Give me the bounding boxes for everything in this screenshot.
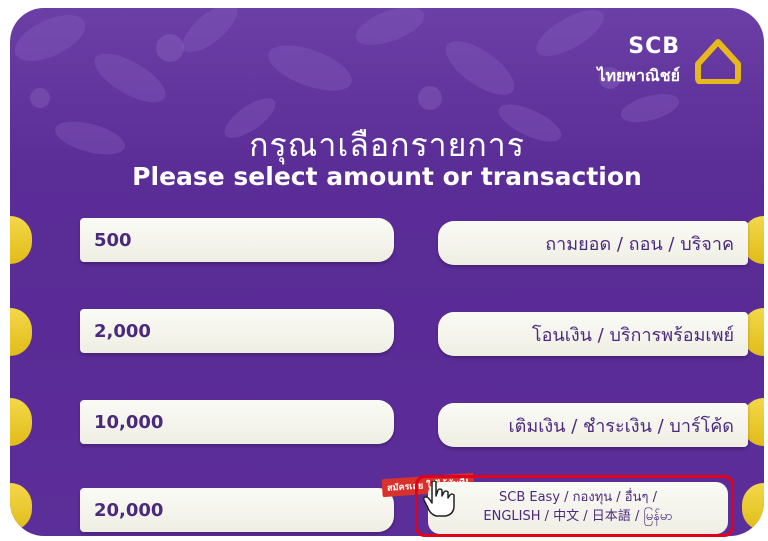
transaction-button-more-language[interactable]: SCB Easy / กองทุน / อื่นๆ / ENGLISH / 中文… (428, 482, 728, 534)
amount-button-2000[interactable]: 2,000 (80, 309, 394, 353)
brand-subname: ไทยพาณิชย์ (597, 66, 680, 85)
transaction-button-balance-withdraw-donate[interactable]: ถามยอด / ถอน / บริจาค (438, 221, 748, 265)
side-key-left-4[interactable] (10, 483, 32, 531)
transaction-label: โอนเงิน / บริการพร้อมเพย์ (531, 324, 734, 346)
amount-label: 20,000 (94, 499, 164, 521)
scb-house-logo-icon (695, 39, 741, 84)
amount-label: 10,000 (94, 411, 164, 433)
side-key-left-2[interactable] (10, 308, 32, 356)
transaction-button-transfer-promptpay[interactable]: โอนเงิน / บริการพร้อมเพย์ (438, 312, 748, 356)
transaction-label: เติมเงิน / ชำระเงิน / บาร์โค้ด (508, 415, 734, 437)
transaction-label: ถามยอด / ถอน / บริจาค (545, 233, 734, 255)
side-key-right-4[interactable] (742, 483, 764, 531)
transaction-button-topup-payment-barcode[interactable]: เติมเงิน / ชำระเงิน / บาร์โค้ด (438, 403, 748, 447)
amount-label: 2,000 (94, 320, 151, 342)
amount-label: 500 (94, 229, 132, 251)
side-key-left-3[interactable] (10, 398, 32, 446)
amount-button-10000[interactable]: 10,000 (80, 400, 394, 444)
page-title-english: Please select amount or transaction (132, 162, 642, 191)
brand-name: SCB (628, 34, 680, 59)
brand: SCB ไทยพาณิชย์ (566, 30, 746, 100)
transaction-label-line1: SCB Easy / กองทุน / อื่นๆ / (499, 490, 657, 505)
amount-button-500[interactable]: 500 (80, 218, 394, 262)
atm-screen: SCB ไทยพาณิชย์ กรุณาเลือกรายการ Please s… (10, 8, 764, 536)
transaction-label-line2: ENGLISH / 中文 / 日本語 / မြန်မာ (483, 509, 673, 524)
amount-button-20000[interactable]: 20,000 (80, 488, 394, 532)
hand-pointer-icon (423, 480, 455, 517)
